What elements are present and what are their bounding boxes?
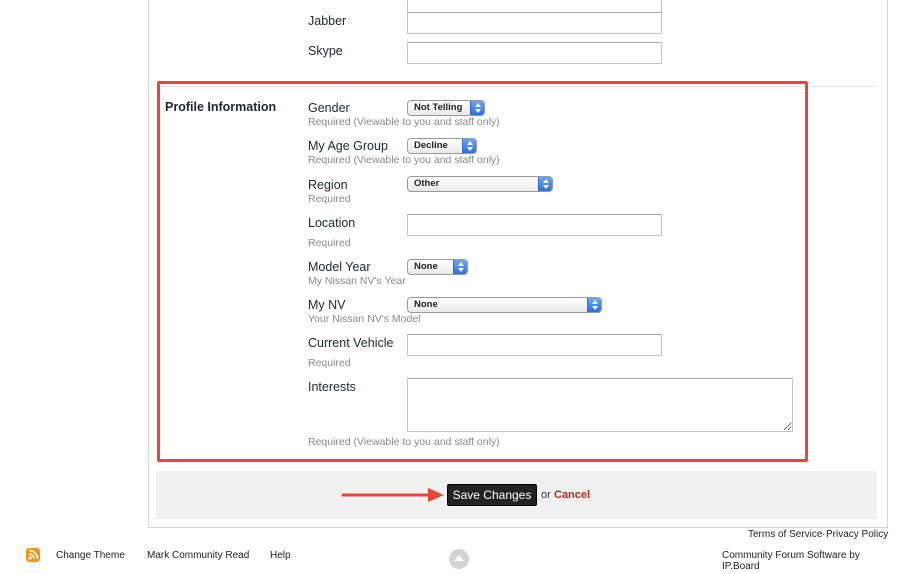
- section-divider: [156, 86, 877, 87]
- mark-community-read-link[interactable]: Mark Community Read: [147, 550, 249, 561]
- age-group-description: Required (Viewable to you and staff only…: [308, 154, 500, 166]
- terms-of-service-link[interactable]: Terms of Service: [748, 529, 822, 540]
- skype-input[interactable]: [407, 42, 662, 64]
- model-year-select-value: None: [414, 261, 438, 272]
- skype-label: Skype: [308, 44, 343, 58]
- current-vehicle-description: Required: [308, 357, 351, 369]
- privacy-policy-link[interactable]: Privacy Policy: [826, 529, 888, 540]
- age-group-select-value: Decline: [414, 140, 448, 151]
- region-select-value: Other: [414, 178, 440, 189]
- my-nv-description: Your Nissan NV's Model: [308, 313, 421, 325]
- age-group-label: My Age Group: [308, 139, 388, 153]
- select-arrows-icon: [462, 139, 476, 153]
- jabber-input[interactable]: [407, 12, 662, 34]
- change-theme-link[interactable]: Change Theme: [56, 550, 125, 561]
- model-year-select[interactable]: None: [407, 259, 468, 275]
- my-nv-select-value: None: [414, 299, 438, 310]
- current-vehicle-input[interactable]: [407, 334, 662, 356]
- select-arrows-icon: [587, 298, 601, 312]
- my-nv-select[interactable]: None: [407, 297, 602, 313]
- profile-section-title: Profile Information: [165, 100, 277, 114]
- software-credit: Community Forum Software by IP.Board: [722, 550, 860, 572]
- gender-label: Gender: [308, 101, 350, 115]
- select-arrows-icon: [470, 101, 484, 115]
- main-content-panel: [148, 0, 888, 528]
- location-description: Required: [308, 237, 351, 249]
- jabber-label: Jabber: [308, 14, 347, 28]
- interests-description: Required (Viewable to you and staff only…: [308, 436, 500, 448]
- help-link[interactable]: Help: [270, 550, 291, 561]
- location-label: Location: [308, 216, 356, 230]
- my-nv-label: My NV: [308, 298, 346, 312]
- interests-label: Interests: [308, 380, 356, 394]
- select-arrows-icon: [453, 260, 467, 274]
- footer-separator: ·: [822, 529, 826, 540]
- gender-select[interactable]: Not Telling: [407, 100, 485, 116]
- interests-textarea[interactable]: [407, 378, 793, 432]
- cancel-link[interactable]: Cancel: [554, 489, 590, 501]
- region-label: Region: [308, 178, 348, 192]
- save-changes-button[interactable]: Save Changes: [447, 484, 537, 506]
- gender-select-value: Not Telling: [414, 102, 463, 113]
- location-input[interactable]: [407, 214, 662, 236]
- region-select[interactable]: Other: [407, 176, 553, 192]
- gender-description: Required (Viewable to you and staff only…: [308, 116, 500, 128]
- or-text: or: [541, 489, 551, 501]
- region-description: Required: [308, 193, 351, 205]
- model-year-label: Model Year: [308, 260, 371, 274]
- back-to-top-icon[interactable]: [449, 549, 469, 569]
- age-group-select[interactable]: Decline: [407, 138, 477, 154]
- rss-icon[interactable]: [26, 548, 40, 562]
- current-vehicle-label: Current Vehicle: [308, 336, 394, 350]
- select-arrows-icon: [538, 177, 552, 191]
- red-arrow-annotation-icon: [342, 488, 444, 502]
- model-year-description: My Nissan NV's Year: [308, 275, 406, 287]
